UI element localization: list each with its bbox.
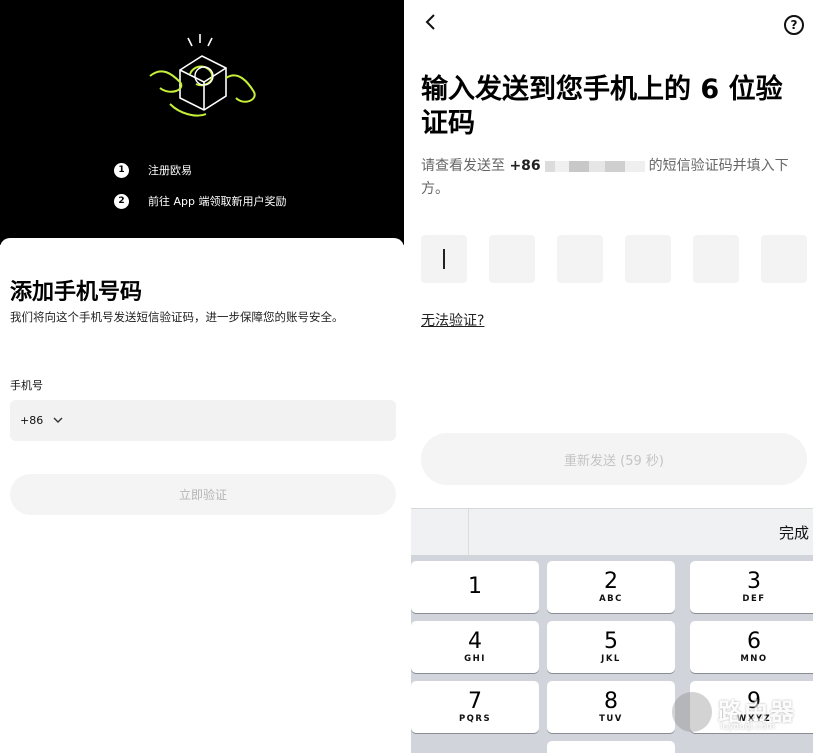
cant-verify-link[interactable]: 无法验证?: [421, 310, 484, 330]
code-digit-box[interactable]: [625, 235, 671, 283]
chevron-down-icon: [53, 417, 63, 423]
page-description: 我们将向这个手机号发送短信验证码，进一步保障您的账号安全。: [10, 310, 344, 324]
desc-prefix: 请查看发送至: [421, 158, 505, 174]
watermark-logo: 路由器 luyouqi.com: [672, 686, 802, 740]
code-digit-box[interactable]: [421, 235, 467, 283]
key-6[interactable]: 6 MNO: [690, 621, 813, 673]
phone-field-label: 手机号: [10, 379, 43, 392]
step-label: 注册欧易: [148, 164, 192, 177]
key-letters: GHI: [464, 653, 486, 664]
key-1[interactable]: 1: [411, 561, 539, 613]
chevron-left-icon[interactable]: [423, 12, 439, 32]
key-5[interactable]: 5 JKL: [547, 621, 675, 673]
key-digit: 2: [604, 568, 618, 594]
watermark-badge-icon: [672, 692, 712, 732]
country-code-value: +86: [20, 414, 44, 427]
step-register: 1 注册欧易: [114, 162, 192, 178]
country-code-select[interactable]: +86: [20, 414, 63, 427]
key-digit: 3: [747, 568, 761, 594]
key-digit: 7: [468, 688, 482, 714]
key-3[interactable]: 3 DEF: [690, 561, 813, 613]
help-icon[interactable]: ?: [784, 15, 804, 35]
code-digit-box[interactable]: [693, 235, 739, 283]
key-letters: MNO: [740, 653, 768, 664]
step-number: 1: [114, 162, 129, 178]
key-digit: 5: [604, 628, 618, 654]
verify-now-button[interactable]: 立即验证: [10, 474, 396, 515]
watermark-subtext: luyouqi.com: [720, 722, 776, 732]
key-8[interactable]: 8 TUV: [547, 681, 675, 733]
phone-field: +86: [10, 400, 396, 441]
desc-country-code: +86: [509, 158, 541, 174]
code-digit-box[interactable]: [557, 235, 603, 283]
gift-box-icon: [149, 34, 256, 117]
page-title: 输入发送到您手机上的 6 位验证码: [421, 74, 783, 139]
phone-number-input[interactable]: [71, 400, 396, 441]
key-digit: 4: [468, 628, 482, 654]
code-digit-box[interactable]: [489, 235, 535, 283]
key-digit: 8: [604, 688, 618, 714]
key-7[interactable]: 7 PQRS: [411, 681, 539, 733]
text-cursor: [443, 249, 445, 269]
page-title: 添加手机号码: [10, 280, 143, 305]
key-0[interactable]: [547, 741, 675, 753]
hero-banner: 1 注册欧易 2 前往 App 端领取新用户奖励: [0, 0, 404, 245]
key-letters: ABC: [599, 593, 623, 604]
step-label: 前往 App 端领取新用户奖励: [148, 195, 287, 208]
code-digit-box[interactable]: [761, 235, 807, 283]
key-letters: JKL: [601, 653, 621, 664]
key-digit: 1: [468, 574, 482, 599]
step-number: 2: [114, 193, 129, 209]
key-letters: PQRS: [458, 713, 492, 724]
otp-code-input[interactable]: [421, 235, 811, 283]
resend-code-button[interactable]: 重新发送 (59 秒): [421, 433, 807, 485]
keyboard-done-button[interactable]: 完成: [779, 522, 809, 543]
key-letters: DEF: [742, 593, 766, 604]
keyboard-toolbar: 完成: [411, 508, 813, 556]
masked-phone-number: [544, 160, 645, 172]
otp-screen: ? 输入发送到您手机上的 6 位验证码 请查看发送至 +86 的短信验证码并填入下…: [411, 0, 813, 753]
step-claim-reward: 2 前往 App 端领取新用户奖励: [114, 193, 286, 209]
otp-description: 请查看发送至 +86 的短信验证码并填入下方。: [421, 155, 801, 201]
toolbar-divider: [468, 509, 469, 556]
key-letters: TUV: [599, 713, 623, 724]
signup-screen: 1 注册欧易 2 前往 App 端领取新用户奖励 添加手机号码 我们将向这个手机…: [0, 0, 404, 753]
key-4[interactable]: 4 GHI: [411, 621, 539, 673]
add-phone-sheet: 添加手机号码 我们将向这个手机号发送短信验证码，进一步保障您的账号安全。 手机号…: [0, 238, 404, 753]
key-2[interactable]: 2 ABC: [547, 561, 675, 613]
key-digit: 6: [747, 628, 761, 654]
